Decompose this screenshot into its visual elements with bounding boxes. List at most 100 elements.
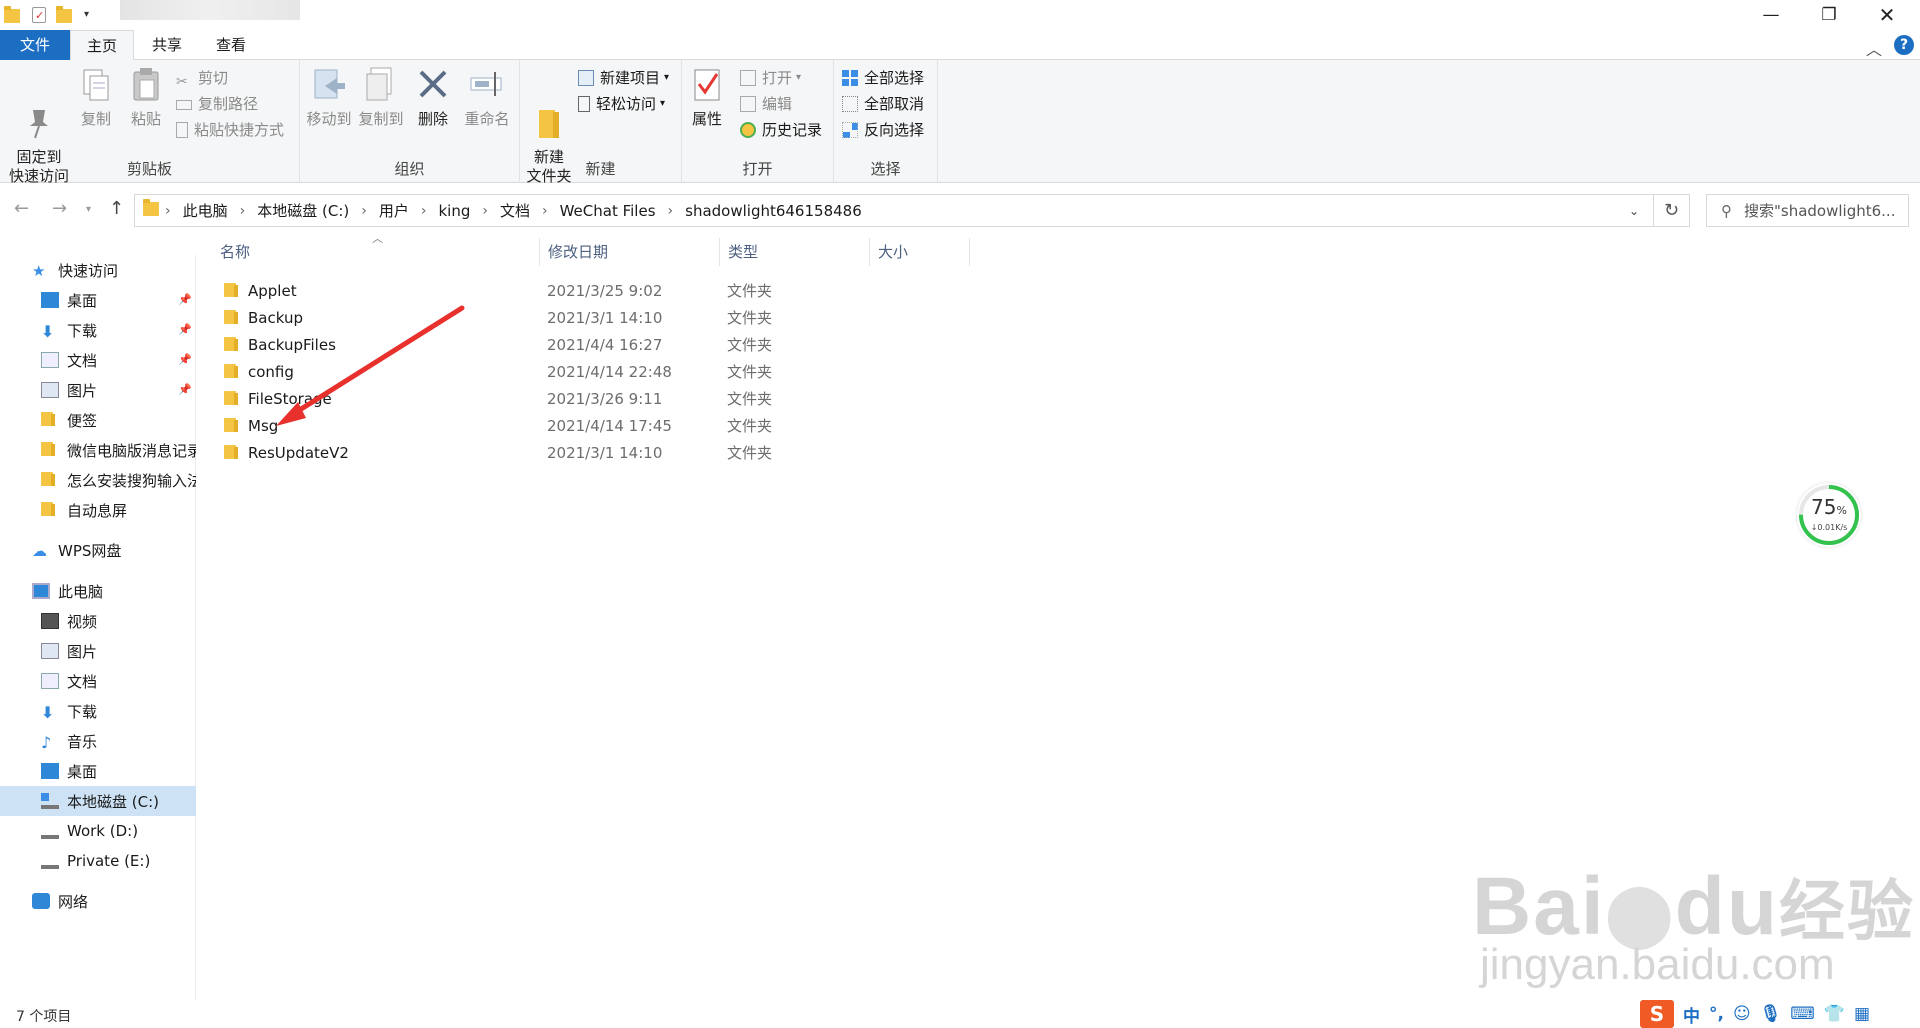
breadcrumb-local-disk[interactable]: 本地磁盘 (C:) bbox=[257, 200, 349, 221]
new-folder-icon[interactable] bbox=[56, 6, 74, 24]
table-row[interactable]: ResUpdateV2 2021/3/1 14:10 文件夹 bbox=[218, 439, 978, 466]
select-all-button[interactable]: 全部选择 bbox=[842, 66, 924, 90]
pin-icon[interactable]: 📌 bbox=[178, 383, 192, 396]
emoji-icon[interactable]: ☺ bbox=[1733, 1004, 1751, 1024]
sidebar-item-pictures[interactable]: 图片 📌 bbox=[0, 375, 196, 405]
open-button[interactable]: 打开 ▾ bbox=[740, 66, 801, 90]
properties-button[interactable]: 属性 bbox=[686, 66, 728, 129]
sidebar-item-pc-downloads[interactable]: ⬇ 下载 bbox=[0, 696, 196, 726]
properties-icon[interactable]: ✓ bbox=[32, 7, 46, 23]
sidebar-item-work-d[interactable]: Work (D:) bbox=[0, 816, 196, 846]
easy-access-button[interactable]: 轻松访问 ▾ bbox=[578, 92, 665, 116]
sidebar-item-network[interactable]: 网络 bbox=[0, 886, 196, 916]
recent-locations-icon[interactable]: ▾ bbox=[86, 204, 91, 215]
breadcrumb-separator[interactable]: › bbox=[668, 203, 674, 219]
tab-share[interactable]: 共享 bbox=[136, 30, 198, 60]
sidebar-item-pc-documents[interactable]: 文档 bbox=[0, 666, 196, 696]
sidebar-item-wechat-records[interactable]: 微信电脑版消息记录 bbox=[0, 435, 196, 465]
pin-icon[interactable]: 📌 bbox=[178, 293, 192, 306]
delete-button[interactable]: 删除 bbox=[412, 66, 454, 129]
breadcrumb-king[interactable]: king bbox=[438, 202, 470, 220]
pin-icon[interactable]: 📌 bbox=[178, 323, 192, 336]
keyboard-icon[interactable]: ⌨ bbox=[1790, 1004, 1815, 1024]
paste-shortcut-button[interactable]: 粘贴快捷方式 bbox=[176, 118, 284, 142]
tab-file[interactable]: 文件 bbox=[0, 30, 70, 60]
address-bar[interactable]: › 此电脑 › 本地磁盘 (C:) › 用户 › king › 文档 › WeChat F… bbox=[134, 194, 1654, 227]
breadcrumb-wechat-files[interactable]: WeChat Files bbox=[560, 202, 656, 220]
table-row[interactable]: Backup 2021/3/1 14:10 文件夹 bbox=[218, 304, 978, 331]
table-row[interactable]: Applet 2021/3/25 9:02 文件夹 bbox=[218, 277, 978, 304]
breadcrumb-separator[interactable]: › bbox=[482, 203, 488, 219]
minimize-button[interactable]: — bbox=[1742, 0, 1800, 30]
sidebar-item-sogou-install[interactable]: 怎么安装搜狗输入法 bbox=[0, 465, 196, 495]
close-button[interactable]: ✕ bbox=[1858, 0, 1916, 30]
sidebar-item-private-e[interactable]: Private (E:) bbox=[0, 846, 196, 876]
back-icon[interactable]: ← bbox=[14, 198, 29, 219]
ime-punctuation[interactable]: °, bbox=[1709, 1004, 1724, 1024]
paste-button[interactable]: 粘贴 bbox=[124, 66, 168, 129]
sidebar-item-local-disk-c[interactable]: 本地磁盘 (C:) bbox=[0, 786, 196, 816]
sidebar-item-wps-cloud[interactable]: ☁ WPS网盘 bbox=[0, 535, 196, 565]
sidebar-item-desktop[interactable]: 桌面 📌 bbox=[0, 285, 196, 315]
table-row[interactable]: Msg 2021/4/14 17:45 文件夹 bbox=[218, 412, 978, 439]
file-type: 文件夹 bbox=[727, 417, 773, 435]
column-header-name[interactable]: 名称 bbox=[212, 238, 540, 266]
breadcrumb-current[interactable]: shadowlight646158486 bbox=[685, 202, 862, 220]
copy-button[interactable]: 复制 bbox=[74, 66, 118, 129]
sidebar-item-videos[interactable]: 视频 bbox=[0, 606, 196, 636]
collapse-ribbon-icon[interactable]: ︿ bbox=[1866, 36, 1882, 60]
microphone-icon[interactable]: 🎙 bbox=[1760, 1004, 1782, 1024]
move-to-button[interactable]: 移动到 bbox=[304, 66, 354, 129]
breadcrumb-documents[interactable]: 文档 bbox=[500, 200, 530, 221]
column-header-type[interactable]: 类型 bbox=[720, 238, 870, 266]
toolbox-icon[interactable]: ▦ bbox=[1854, 1004, 1870, 1024]
column-header-modified[interactable]: 修改日期 bbox=[540, 238, 720, 266]
sidebar-item-pc-desktop[interactable]: 桌面 bbox=[0, 756, 196, 786]
table-row[interactable]: BackupFiles 2021/4/4 16:27 文件夹 bbox=[218, 331, 978, 358]
sidebar-item-downloads[interactable]: ⬇ 下载 📌 bbox=[0, 315, 196, 345]
table-row[interactable]: FileStorage 2021/3/26 9:11 文件夹 bbox=[218, 385, 978, 412]
ime-language[interactable]: 中 bbox=[1683, 1002, 1700, 1027]
tab-home[interactable]: 主页 bbox=[70, 30, 135, 60]
copy-to-button[interactable]: 复制到 bbox=[356, 66, 406, 129]
folder-icon bbox=[41, 412, 59, 428]
sidebar-item-documents[interactable]: 文档 📌 bbox=[0, 345, 196, 375]
breadcrumb-separator[interactable]: › bbox=[165, 203, 171, 219]
breadcrumb-users[interactable]: 用户 bbox=[379, 200, 409, 221]
help-icon[interactable]: ? bbox=[1894, 35, 1914, 55]
new-item-button[interactable]: 新建项目 ▾ bbox=[578, 66, 669, 90]
search-box[interactable]: ⚲ 搜索"shadowlight6... bbox=[1706, 194, 1909, 227]
edit-button[interactable]: 编辑 bbox=[740, 92, 792, 116]
sogou-logo[interactable]: S bbox=[1640, 1000, 1674, 1028]
breadcrumb-separator[interactable]: › bbox=[240, 203, 246, 219]
copy-path-button[interactable]: 复制路径 bbox=[176, 92, 258, 116]
cut-button[interactable]: ✂ 剪切 bbox=[176, 66, 228, 90]
refresh-button[interactable]: ↻ bbox=[1654, 194, 1690, 227]
sidebar-item-auto-screen-off[interactable]: 自动息屏 bbox=[0, 495, 196, 525]
breadcrumb-separator[interactable]: › bbox=[361, 203, 367, 219]
column-header-size[interactable]: 大小 bbox=[870, 238, 970, 266]
up-icon[interactable]: ↑ bbox=[109, 198, 124, 219]
select-none-button[interactable]: 全部取消 bbox=[842, 92, 924, 116]
skin-icon[interactable]: 👕 bbox=[1824, 1004, 1845, 1024]
rename-button[interactable]: 重命名 bbox=[460, 66, 514, 129]
sidebar-item-music[interactable]: ♪ 音乐 bbox=[0, 726, 196, 756]
tab-view[interactable]: 查看 bbox=[200, 30, 262, 60]
breadcrumb-separator[interactable]: › bbox=[542, 203, 548, 219]
sidebar-item-quick-access[interactable]: ★ 快速访问 bbox=[0, 255, 196, 285]
sidebar-item-this-pc[interactable]: 此电脑 bbox=[0, 576, 196, 606]
maximize-button[interactable]: ❐ bbox=[1800, 0, 1858, 30]
customize-dropdown-icon[interactable]: ▾ bbox=[84, 6, 102, 24]
sidebar-item-notes[interactable]: 便签 bbox=[0, 405, 196, 435]
breadcrumb-this-pc[interactable]: 此电脑 bbox=[183, 200, 228, 221]
table-row[interactable]: config 2021/4/14 22:48 文件夹 bbox=[218, 358, 978, 385]
address-history-dropdown[interactable]: ⌄ bbox=[1615, 195, 1653, 226]
breadcrumb-separator[interactable]: › bbox=[421, 203, 427, 219]
network-speed-widget[interactable]: 75% ↓0.01K/s bbox=[1797, 483, 1861, 547]
sidebar-item-pc-pictures[interactable]: 图片 bbox=[0, 636, 196, 666]
scissors-icon: ✂ bbox=[176, 74, 188, 90]
forward-icon[interactable]: → bbox=[52, 198, 67, 219]
pin-icon[interactable]: 📌 bbox=[178, 353, 192, 366]
history-button[interactable]: 历史记录 bbox=[740, 118, 822, 142]
invert-selection-button[interactable]: 反向选择 bbox=[842, 118, 924, 142]
